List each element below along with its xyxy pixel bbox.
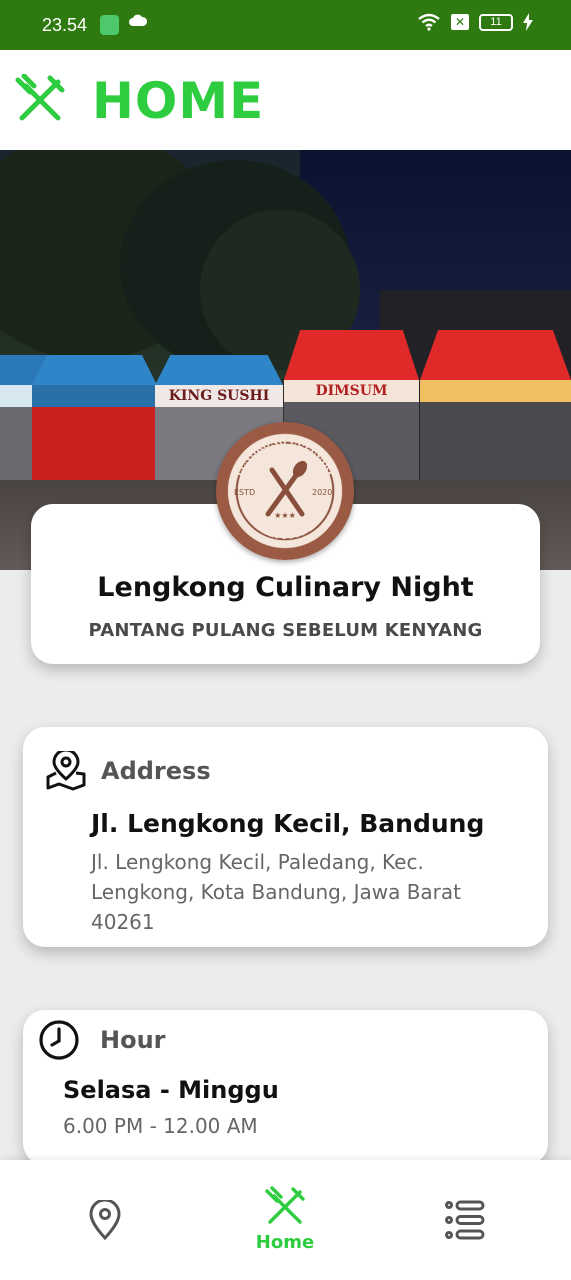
location-pin-icon — [89, 1200, 121, 1240]
hours-days: Selasa - Minggu — [63, 1076, 279, 1104]
svg-text:ESTD: ESTD — [234, 488, 255, 497]
app-notification-icon — [100, 15, 119, 35]
nav-item-menu[interactable] — [370, 1160, 560, 1280]
page-title: HOME — [92, 72, 265, 130]
charging-icon — [523, 13, 533, 31]
nav-item-map[interactable] — [10, 1160, 200, 1280]
fork-knife-icon — [15, 74, 65, 121]
location-map-icon — [46, 751, 86, 791]
wifi-icon — [418, 13, 440, 31]
bottom-nav: Home — [0, 1160, 571, 1280]
nav-label-home: Home — [255, 1232, 315, 1253]
app-bar: HOME — [0, 50, 571, 150]
stall-sign: KING SUSHI — [155, 385, 283, 407]
list-menu-icon — [445, 1200, 485, 1240]
status-time: 23.54 — [42, 15, 88, 35]
tagline: PANTANG PULANG SEBELUM KENYANG — [88, 620, 483, 641]
cloud-icon — [129, 14, 148, 26]
hours-card: Hour Selasa - Minggu 6.00 PM - 12.00 AM — [23, 1010, 548, 1165]
fork-knife-icon — [265, 1186, 305, 1224]
status-bar: 23.54 ✕ 11 — [0, 0, 571, 50]
stall-sign: DIMSUM — [284, 380, 419, 402]
hours-time: 6.00 PM - 12.00 AM — [63, 1114, 258, 1138]
nav-item-home[interactable]: Home — [190, 1160, 380, 1280]
svg-text:2020: 2020 — [312, 488, 332, 497]
address-card[interactable]: Address Jl. Lengkong Kecil, Bandung Jl. … — [23, 727, 548, 947]
clock-icon — [39, 1020, 79, 1060]
place-name: Lengkong Culinary Night — [97, 572, 474, 603]
address-street: Jl. Lengkong Kecil, Bandung — [91, 809, 485, 838]
hours-label: Hour — [100, 1026, 166, 1054]
svg-text:LENGKONG CULINARY: LENGKONG CULINARY — [234, 437, 337, 478]
address-full: Jl. Lengkong Kecil, Paledang, Kec. Lengk… — [91, 850, 461, 934]
address-label: Address — [101, 757, 211, 785]
svg-text:★★★: ★★★ — [274, 511, 296, 520]
brand-logo: LENGKONG CULINARY BEST STREET FOOD IN TO… — [216, 422, 354, 560]
sim-off-icon: ✕ — [451, 14, 469, 30]
battery-icon: 11 — [479, 13, 513, 31]
